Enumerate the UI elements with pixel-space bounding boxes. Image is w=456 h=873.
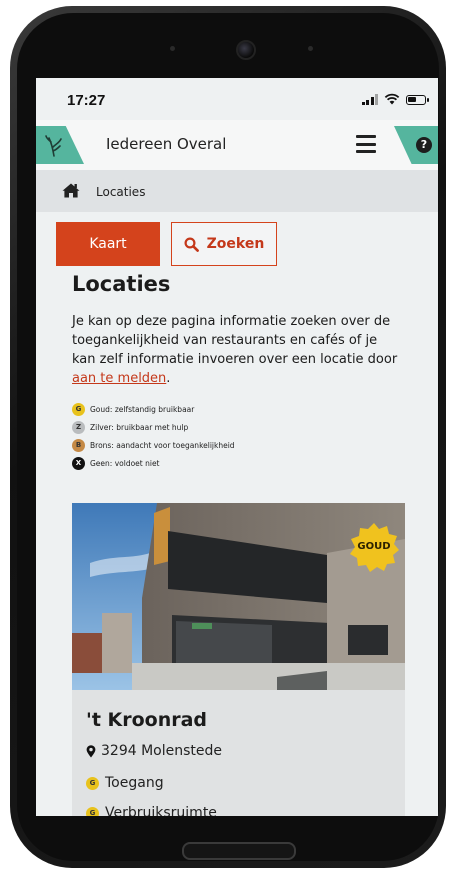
intro-body: Je kan op deze pagina informatie zoeken … [72, 314, 398, 367]
question-icon: ? [416, 137, 432, 153]
wifi-icon [384, 93, 400, 105]
usage-label: Verbruiksruimte [105, 805, 217, 816]
location-city: 3294 Molenstede [101, 743, 222, 759]
usage-rating: G Verbruiksruimte [86, 805, 217, 816]
legend-item-gold: G Goud: zelfstandig bruikbaar [72, 400, 235, 418]
breadcrumb: Locaties [36, 170, 438, 212]
app-screen: 17:27 Iedereen Overal ? Locaties Kaart Z… [36, 78, 438, 816]
legend-label: Zilver: bruikbaar met hulp [90, 422, 189, 432]
location-card[interactable]: GOUD 't Kroonrad 3294 Molenstede G Toega… [72, 503, 405, 816]
legend-item-silver: Z Zilver: bruikbaar met hulp [72, 418, 235, 436]
hamburger-icon[interactable] [356, 135, 376, 153]
register-link[interactable]: aan te melden [72, 371, 166, 386]
map-button[interactable]: Kaart [56, 222, 160, 266]
medal-legend: G Goud: zelfstandig bruikbaar Z Zilver: … [72, 400, 235, 472]
brand-title: Iedereen Overal [106, 135, 227, 153]
light-sensor [308, 46, 313, 51]
front-camera [236, 40, 256, 60]
map-button-label: Kaart [89, 236, 127, 252]
search-button-label: Zoeken [206, 236, 265, 252]
signal-icon [361, 94, 378, 105]
help-button[interactable]: ? [394, 126, 438, 164]
battery-icon [406, 95, 429, 105]
access-rating: G Toegang [86, 775, 164, 791]
breadcrumb-current[interactable]: Locaties [96, 185, 145, 199]
gold-badge-icon: G [86, 806, 99, 816]
location-name[interactable]: 't Kroonrad [86, 709, 207, 731]
access-label: Toegang [105, 775, 164, 791]
gold-badge-icon: G [86, 776, 99, 790]
proximity-sensor [170, 46, 175, 51]
home-button[interactable] [182, 842, 296, 860]
intro-text: Je kan op deze pagina informatie zoeken … [72, 312, 402, 388]
search-button[interactable]: Zoeken [171, 222, 277, 266]
status-bar: 17:27 [36, 78, 438, 120]
gold-seal-label: GOUD [357, 541, 391, 552]
status-icons [361, 93, 429, 105]
gold-rating-badge: GOUD [349, 522, 399, 572]
intro-end: . [166, 371, 171, 386]
legend-label: Geen: voldoet niet [90, 458, 160, 468]
status-time: 17:27 [67, 92, 106, 109]
logo[interactable] [36, 126, 84, 164]
legend-label: Brons: aandacht voor toegankelijkheid [90, 440, 235, 450]
map-pin-icon [86, 744, 96, 757]
legend-item-bronze: B Brons: aandacht voor toegankelijkheid [72, 436, 235, 454]
silver-badge-icon: Z [72, 420, 85, 434]
page-title: Locaties [72, 272, 171, 296]
legend-item-none: X Geen: voldoet niet [72, 454, 235, 472]
home-icon[interactable] [62, 183, 80, 198]
no-medal-badge-icon: X [72, 456, 85, 470]
bronze-badge-icon: B [72, 438, 85, 452]
gold-badge-icon: G [72, 402, 85, 416]
location-photo: GOUD [72, 503, 405, 690]
location-address: 3294 Molenstede [86, 743, 222, 759]
legend-label: Goud: zelfstandig bruikbaar [90, 404, 195, 414]
tree-leaf-icon [45, 135, 62, 157]
app-header: Iedereen Overal ? [36, 120, 438, 170]
search-icon [184, 236, 199, 252]
